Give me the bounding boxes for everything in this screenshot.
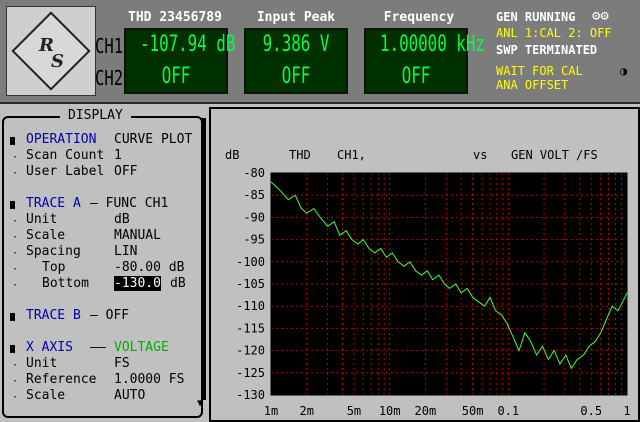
x-tick-label: 0.1: [497, 404, 519, 418]
thd-ch2-value: OFF: [161, 64, 191, 89]
status-header: R S CH1 CH2 THD 23456789 -107.94 dB OFF …: [0, 0, 640, 104]
menu-label: X AXIS: [26, 340, 73, 355]
frequency-meter[interactable]: 1.00000 kHz OFF: [364, 28, 485, 94]
ch1-label: CH1: [95, 34, 124, 58]
input-peak-ch2-value: OFF: [281, 64, 311, 89]
chart-x-name: GEN VOLT /FS: [511, 148, 598, 162]
frequency-title: Frequency: [383, 10, 455, 25]
section-marker-icon: [10, 345, 15, 353]
plot-area: [271, 173, 627, 395]
y-tick-label: -80: [243, 166, 265, 180]
menu-value: OFF: [114, 164, 138, 179]
x-tick-label: 20m: [415, 404, 437, 418]
gen-status: GEN RUNNING: [496, 10, 576, 24]
menu-value: LIN: [114, 244, 138, 259]
y-tick-label: -105: [236, 277, 265, 291]
x-axis-ticks: 1m 2m 5m 10m 20m 50m 0.1 0.5 1: [264, 404, 631, 418]
menu-label: Bottom: [42, 276, 89, 291]
y-tick-label: -110: [236, 299, 265, 313]
rs-logo: R S: [6, 6, 96, 96]
menu-label: Spacing: [26, 244, 81, 259]
x-tick-label: 1m: [264, 404, 278, 418]
section-marker-icon: [10, 137, 15, 145]
frequency-ch2-value: OFF: [401, 64, 431, 89]
x-tick-label: 5m: [347, 404, 361, 418]
menu-value: MANUAL: [114, 228, 161, 243]
gen-running-icon: ⚙⚙: [592, 8, 609, 24]
bottom-unit: dB: [170, 276, 186, 291]
chart-channel: CH1,: [337, 148, 366, 162]
half-circle-icon: ◑: [620, 64, 628, 78]
menu-label: Reference: [26, 372, 97, 387]
menu-separator: ——: [90, 340, 106, 355]
y-tick-label: -125: [236, 366, 265, 380]
x-tick-label: 0.5: [580, 404, 602, 418]
sweep-status: SWP TERMINATED: [496, 43, 598, 57]
y-tick-label: -95: [243, 233, 265, 247]
menu-label: Scale: [26, 388, 66, 403]
menu-label: User Label: [26, 164, 105, 179]
graph-window[interactable]: dB THD CH1, vs GEN VOLT /FS -80 -85 -90 -95…: [209, 107, 640, 422]
menu-label: TRACE A: [26, 196, 81, 211]
scroll-down-icon[interactable]: ▼: [197, 398, 203, 409]
bottom-edit-field[interactable]: -130.0: [114, 276, 161, 291]
menu-label: Scale: [26, 228, 66, 243]
thd-ch1-value: -107.94 dB: [140, 32, 236, 57]
menu-value: 1: [114, 148, 122, 163]
menu-value: AUTO: [114, 388, 146, 403]
y-tick-label: -130: [236, 388, 265, 402]
thd-sweep-chart: dB THD CH1, vs GEN VOLT /FS -80 -85 -90 -95…: [225, 148, 631, 418]
section-marker-icon: [10, 201, 15, 209]
chart-y-unit: dB: [225, 148, 239, 162]
thd-meter[interactable]: -107.94 dB OFF: [124, 28, 236, 94]
ch2-label: CH2: [95, 66, 124, 90]
menu-value: — FUNC CH1: [90, 196, 169, 211]
display-panel-title: DISPLAY: [60, 108, 131, 123]
x-tick-label: 50m: [462, 404, 484, 418]
x-tick-label: 1: [623, 404, 630, 418]
input-peak-title: Input Peak: [256, 10, 336, 25]
y-tick-label: -120: [236, 344, 265, 358]
display-menu-box: ▼ OPERATION CURVE PLOT · Scan Count 1 · …: [2, 116, 206, 418]
menu-label: TRACE B: [26, 308, 81, 323]
menu-value: 1.0000 FS: [114, 372, 185, 387]
menu-value: dB: [114, 212, 130, 227]
menu-value: -80.00 dB: [114, 260, 185, 275]
input-peak-ch1-value: 9.386 V: [262, 32, 330, 57]
menu-value: FS: [114, 356, 130, 371]
menu-scrollbar[interactable]: [201, 118, 206, 400]
section-marker-icon: [10, 313, 15, 321]
menu-label: OPERATION: [26, 132, 97, 147]
y-tick-label: -100: [236, 255, 265, 269]
menu-label: Unit: [26, 212, 58, 227]
y-tick-label: -90: [243, 210, 265, 224]
menu-label: Unit: [26, 356, 58, 371]
x-tick-label: 2m: [299, 404, 313, 418]
x-tick-label: 10m: [379, 404, 401, 418]
input-peak-meter[interactable]: 9.386 V OFF: [244, 28, 348, 94]
menu-value: VOLTAGE: [114, 340, 169, 355]
menu-label: Top: [42, 260, 66, 275]
menu-value: — OFF: [90, 308, 130, 323]
y-tick-label: -85: [243, 188, 265, 202]
frequency-ch1-value: 1.00000 kHz: [380, 32, 485, 57]
menu-value: CURVE PLOT: [114, 132, 193, 147]
wait-message: WAIT FOR CAL: [496, 64, 583, 78]
y-tick-label: -115: [236, 321, 265, 335]
menu-label: Scan Count: [26, 148, 105, 163]
anl-status: ANL 1:CAL 2: OFF: [496, 26, 612, 40]
logo-letter-s: S: [51, 51, 64, 72]
display-panel: ▼ OPERATION CURVE PLOT · Scan Count 1 · …: [0, 104, 206, 422]
wait-message-detail: ANA OFFSET: [496, 78, 569, 92]
chart-trace-name: THD: [289, 148, 311, 162]
status-panel: GEN RUNNING ⚙⚙ ANL 1:CAL 2: OFF SWP TERM…: [490, 8, 638, 100]
y-axis-ticks: -80 -85 -90 -95 -100 -105 -110 -115 -120 -125 -130: [236, 166, 265, 402]
chart-vs: vs: [473, 148, 487, 162]
thd-meter-title: THD 23456789: [128, 10, 222, 25]
